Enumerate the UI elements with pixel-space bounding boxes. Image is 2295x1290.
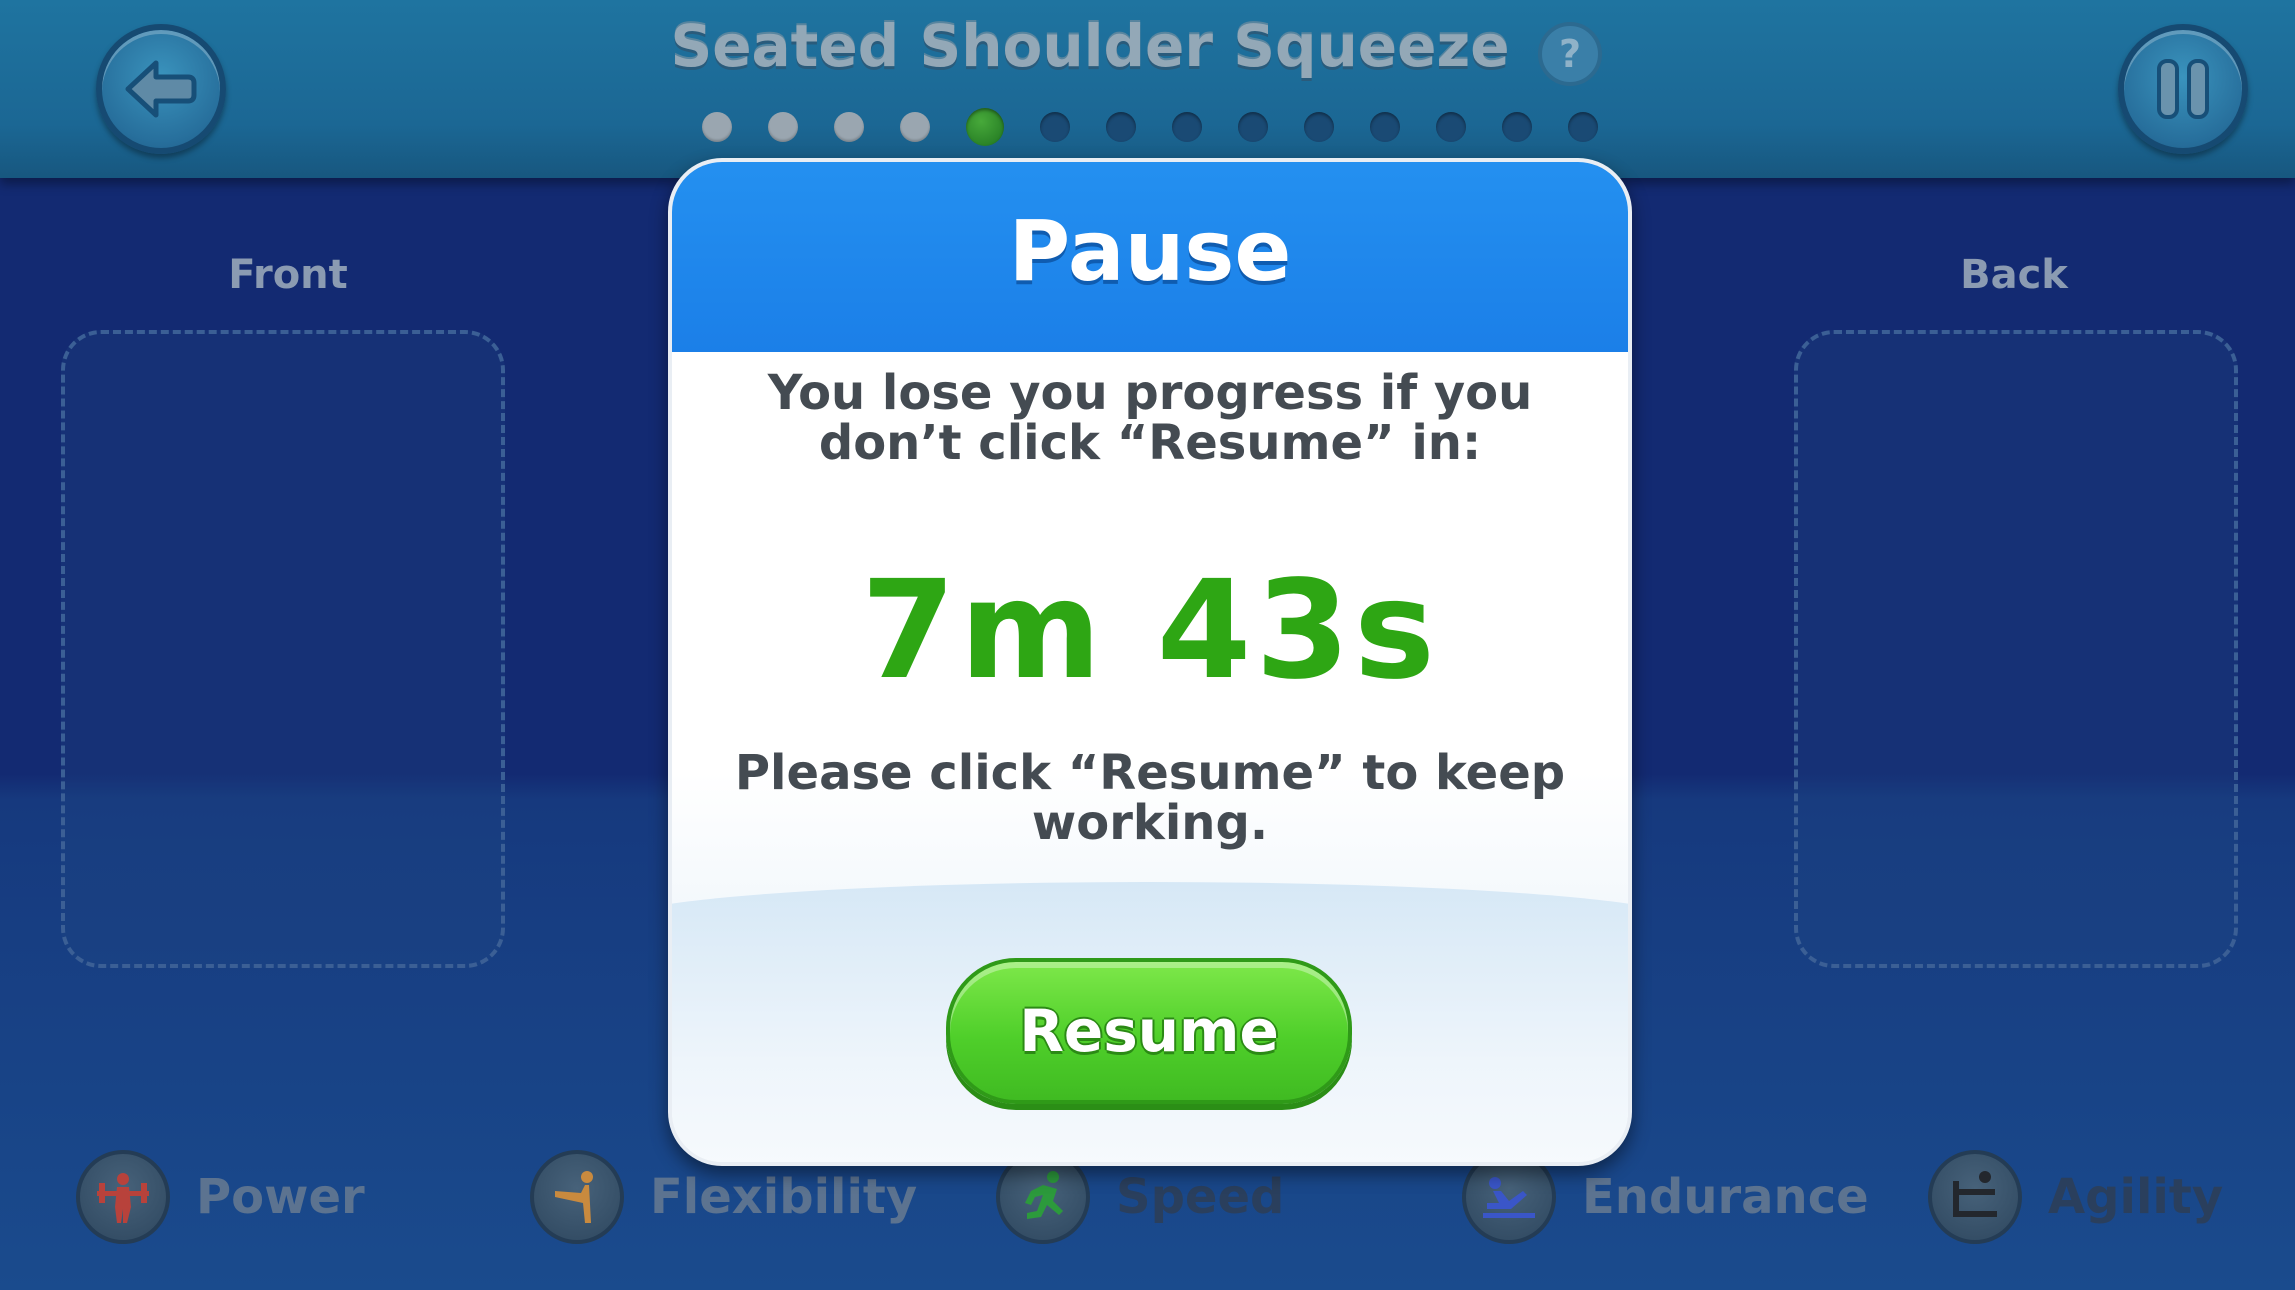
pause-icon: [2157, 59, 2209, 119]
progress-dot: [1172, 112, 1202, 142]
progress-dot-current: [966, 108, 1004, 146]
progress-dot: [1502, 112, 1532, 142]
resume-label: Resume: [1019, 997, 1279, 1065]
progress-dot: [834, 112, 864, 142]
progress-dot: [1568, 112, 1598, 142]
pause-dialog: Pause You lose you progress if you don’t…: [668, 158, 1632, 1166]
stat-label-endurance: Endurance: [1582, 1169, 1869, 1225]
stat-label-power: Power: [196, 1169, 365, 1225]
pause-button[interactable]: [2118, 24, 2248, 154]
back-label: Back: [1960, 252, 2068, 298]
progress-dot: [1040, 112, 1070, 142]
stat-label-speed: Speed: [1116, 1169, 1285, 1225]
progress-dot: [768, 112, 798, 142]
progress-dot: [900, 112, 930, 142]
stat-power: Power: [76, 1150, 365, 1244]
front-panel: [61, 330, 505, 968]
progress-dot: [1370, 112, 1400, 142]
arrow-left-icon: [125, 60, 197, 118]
help-button[interactable]: ?: [1538, 22, 1602, 86]
stat-label-agility: Agility: [2048, 1169, 2224, 1225]
resume-button[interactable]: Resume: [946, 958, 1352, 1104]
exercise-title: Seated Shoulder Squeeze: [670, 12, 1510, 80]
progress-dot: [1106, 112, 1136, 142]
back-panel: [1794, 330, 2238, 968]
progress-dot: [1238, 112, 1268, 142]
hurdle-icon: [1928, 1150, 2022, 1244]
resume-instruction: Please click “Resume” to keep working.: [734, 745, 1566, 851]
stretch-icon: [530, 1150, 624, 1244]
stat-agility: Agility: [1928, 1150, 2223, 1244]
progress-dot: [1436, 112, 1466, 142]
progress-dot: [1304, 112, 1334, 142]
weightlifter-icon: [76, 1150, 170, 1244]
stat-label-flexibility: Flexibility: [650, 1169, 918, 1225]
dialog-title: Pause: [1008, 202, 1292, 300]
top-bar: Seated Shoulder Squeeze ?: [0, 0, 2295, 178]
progress-dots: [702, 108, 1598, 146]
stats-bar: Power Flexibility Speed Endurance Agilit…: [0, 1150, 2295, 1260]
back-button[interactable]: [96, 24, 226, 154]
countdown-timer: 7m 43s: [861, 552, 1439, 710]
front-label: Front: [228, 252, 348, 298]
progress-warning: You lose you progress if you don’t click…: [767, 365, 1533, 471]
progress-dot: [702, 112, 732, 142]
